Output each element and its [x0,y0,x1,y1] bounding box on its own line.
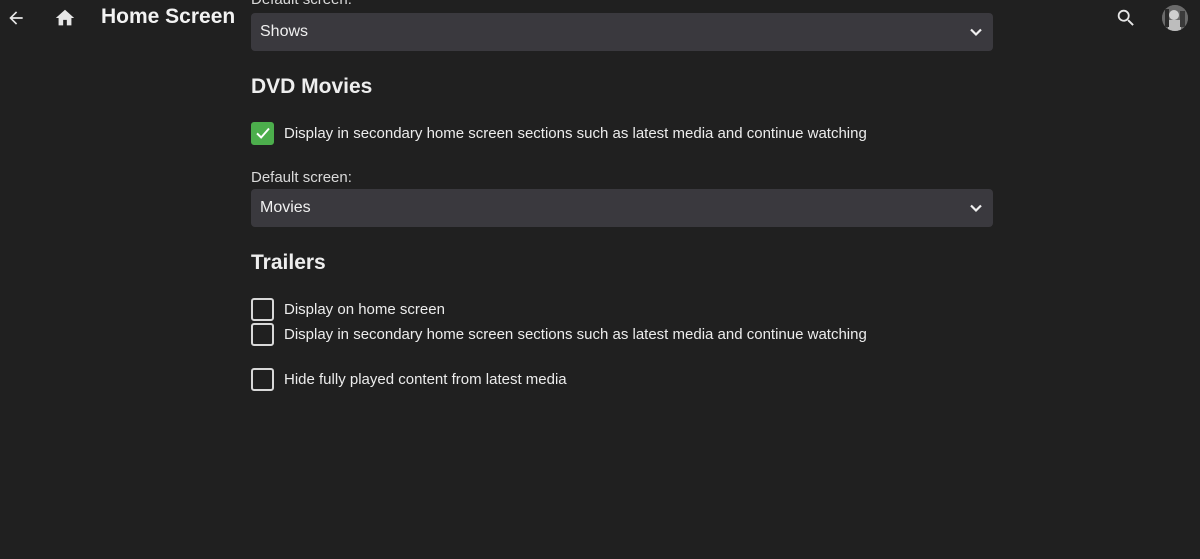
trailers-home-checkbox-row[interactable]: Display on home screen [251,296,445,322]
trailers-home-checkbox[interactable] [251,297,274,321]
home-button[interactable] [53,4,77,32]
checkmark-icon [255,127,270,139]
page-title: Home Screen [101,5,236,28]
home-icon [55,9,75,26]
search-button[interactable] [1114,4,1138,32]
back-button[interactable] [4,4,28,32]
hide-played-checkbox-row[interactable]: Hide fully played content from latest me… [251,366,567,392]
chevron-down-icon [970,204,982,213]
arrow-left-icon [9,11,23,25]
trailers-secondary-checkbox-row[interactable]: Display in secondary home screen section… [251,321,867,347]
dvd-movies-secondary-checkbox[interactable] [251,121,274,145]
hide-played-checkbox[interactable] [251,367,274,391]
user-avatar[interactable] [1162,5,1188,31]
hide-played-label: Hide fully played content from latest me… [284,370,567,388]
trailers-secondary-checkbox[interactable] [251,322,274,346]
dvd-movies-default-screen-value: Movies [260,199,311,216]
avatar-image-icon [1162,5,1188,31]
trailers-heading: Trailers [251,251,326,274]
dvd-movies-default-screen-label: Default screen: [251,169,352,186]
trailers-secondary-label: Display in secondary home screen section… [284,325,867,343]
dvd-movies-secondary-checkbox-row[interactable]: Display in secondary home screen section… [251,120,867,146]
dvd-movies-heading: DVD Movies [251,75,373,98]
search-icon [1117,9,1134,26]
trailers-home-label: Display on home screen [284,300,445,318]
dvd-movies-default-screen-select[interactable]: Movies [251,189,993,227]
dvd-movies-secondary-label: Display in secondary home screen section… [284,124,867,142]
top-bar: Home Screen [0,0,1200,38]
